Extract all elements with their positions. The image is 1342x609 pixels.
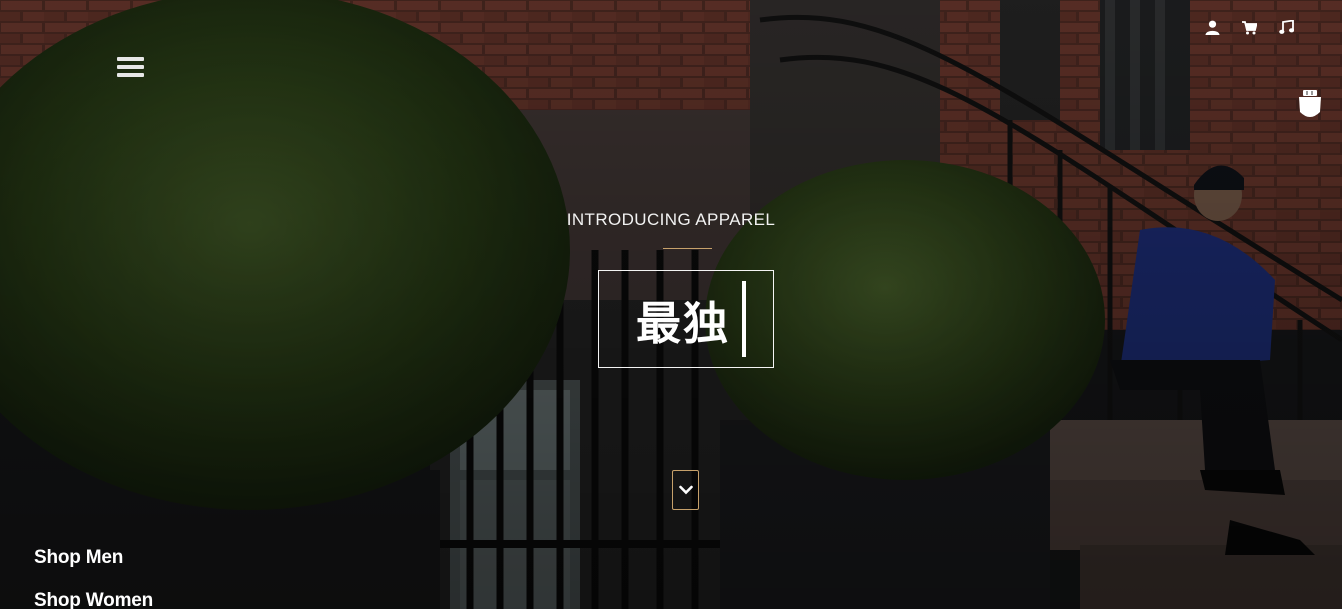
headline-box: 最独 bbox=[598, 270, 774, 368]
typing-caret bbox=[742, 281, 746, 357]
header-icons bbox=[1203, 18, 1296, 37]
intro-heading: INTRODUCING APPAREL bbox=[566, 210, 776, 229]
shop-women-link[interactable]: Shop Women bbox=[34, 590, 153, 609]
headline-text: 最独 bbox=[635, 296, 730, 350]
hero-section: INTRODUCING APPAREL 最独 Shop Men Shop Wom… bbox=[0, 0, 1342, 609]
user-icon[interactable] bbox=[1203, 18, 1222, 37]
chevron-down-icon bbox=[678, 485, 693, 495]
scroll-down-button[interactable] bbox=[672, 470, 699, 510]
hamburger-menu-icon[interactable] bbox=[117, 57, 144, 79]
intro-divider bbox=[663, 248, 712, 249]
shop-men-link[interactable]: Shop Men bbox=[34, 547, 123, 569]
cart-icon[interactable] bbox=[1240, 18, 1259, 37]
cup-icon[interactable] bbox=[1298, 90, 1322, 120]
music-note-icon[interactable] bbox=[1277, 18, 1296, 37]
